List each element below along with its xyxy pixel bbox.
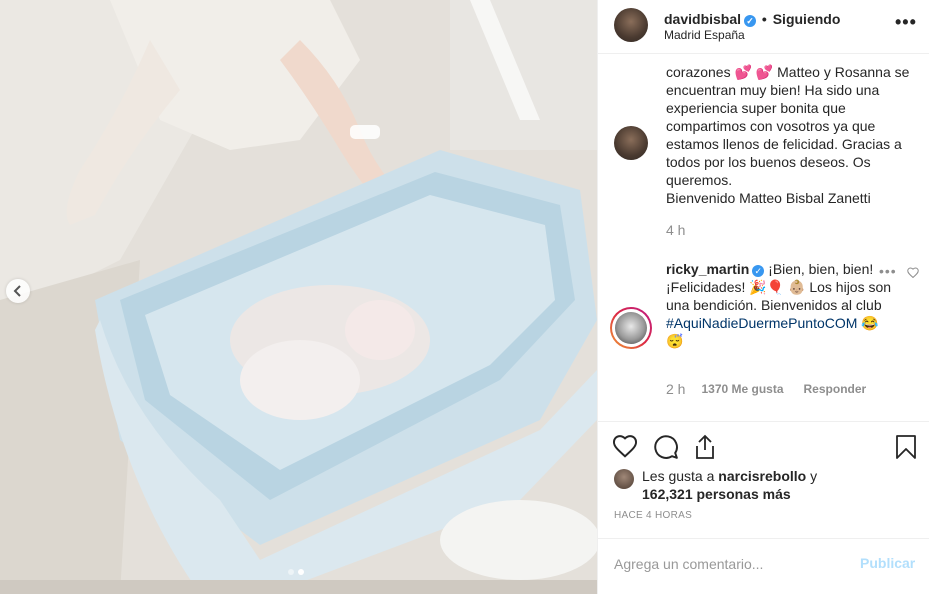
post-timestamp[interactable]: HACE 4 HORAS (614, 510, 692, 521)
following-button[interactable]: Siguiendo (773, 11, 841, 27)
commenter-username[interactable]: ricky_martin (666, 261, 749, 277)
liker-avatar[interactable] (614, 469, 634, 489)
more-options-icon[interactable]: ••• (895, 12, 917, 33)
author-avatar[interactable] (614, 8, 648, 42)
comment-like-count[interactable]: 1370 Me gusta (701, 382, 783, 396)
reply-button[interactable]: Responder (804, 382, 867, 396)
comment-input[interactable] (614, 553, 844, 575)
caption-body-last-line: Bienvenido Matteo Bisbal Zanetti (666, 190, 871, 206)
comment-like-heart-icon[interactable] (907, 267, 919, 278)
post-media[interactable] (0, 0, 597, 594)
liker-username[interactable]: narcisrebollo (718, 468, 806, 484)
comment-icon[interactable] (653, 434, 679, 460)
likes-prefix: Les gusta a (642, 468, 715, 484)
heart-icon[interactable] (612, 434, 638, 458)
previous-slide-button[interactable] (6, 279, 30, 303)
share-icon[interactable] (693, 434, 717, 460)
chevron-left-icon (13, 285, 21, 297)
comment-item: ricky_martin ✓ ¡Bien, bien, bien!¡Felicid… (666, 260, 894, 350)
comment-more-options-icon[interactable]: ••• (879, 263, 897, 279)
comment-meta: 2 h 1370 Me gusta Responder (666, 381, 866, 397)
author-username[interactable]: davidbisbal (664, 11, 741, 27)
post-location[interactable]: Madrid España (664, 28, 745, 42)
carousel-dot (288, 569, 294, 575)
publish-button[interactable]: Publicar (860, 555, 915, 571)
caption-timestamp[interactable]: 4 h (666, 222, 685, 238)
header-separator: • (761, 11, 767, 27)
post-header: davidbisbal ✓ • Siguiendo Madrid España •… (598, 0, 929, 54)
commenter-avatar-story-ring[interactable] (610, 307, 652, 349)
caption-text: corazones 💕 💕 Matteo y Rosanna se encuen… (666, 63, 918, 207)
action-bar (598, 421, 929, 471)
commenter-avatar (615, 312, 647, 344)
carousel-dot-active (298, 569, 304, 575)
bookmark-icon[interactable] (895, 434, 917, 460)
likes-text: Les gusta a narcisrebollo y 162,321 pers… (642, 467, 922, 503)
caption-body: corazones 💕 💕 Matteo y Rosanna se encuen… (666, 64, 910, 188)
likes-connector: y (810, 468, 818, 484)
verified-badge-icon: ✓ (744, 15, 757, 27)
comment-hashtag[interactable]: #AquiNadieDuermePuntoCOM (666, 315, 857, 331)
carousel-indicator (288, 569, 304, 575)
add-comment-form: Publicar (598, 538, 929, 594)
post-photo (0, 0, 597, 594)
comments-section[interactable]: corazones 💕 💕 Matteo y Rosanna se encuen… (598, 55, 929, 425)
comment-timestamp[interactable]: 2 h (666, 381, 685, 397)
caption-author-avatar[interactable] (614, 126, 648, 160)
post-details-panel: davidbisbal ✓ • Siguiendo Madrid España •… (597, 0, 929, 594)
author-line: davidbisbal ✓ • Siguiendo (664, 11, 840, 27)
verified-badge-icon: ✓ (752, 265, 765, 277)
likes-count[interactable]: 162,321 personas más (642, 486, 791, 502)
